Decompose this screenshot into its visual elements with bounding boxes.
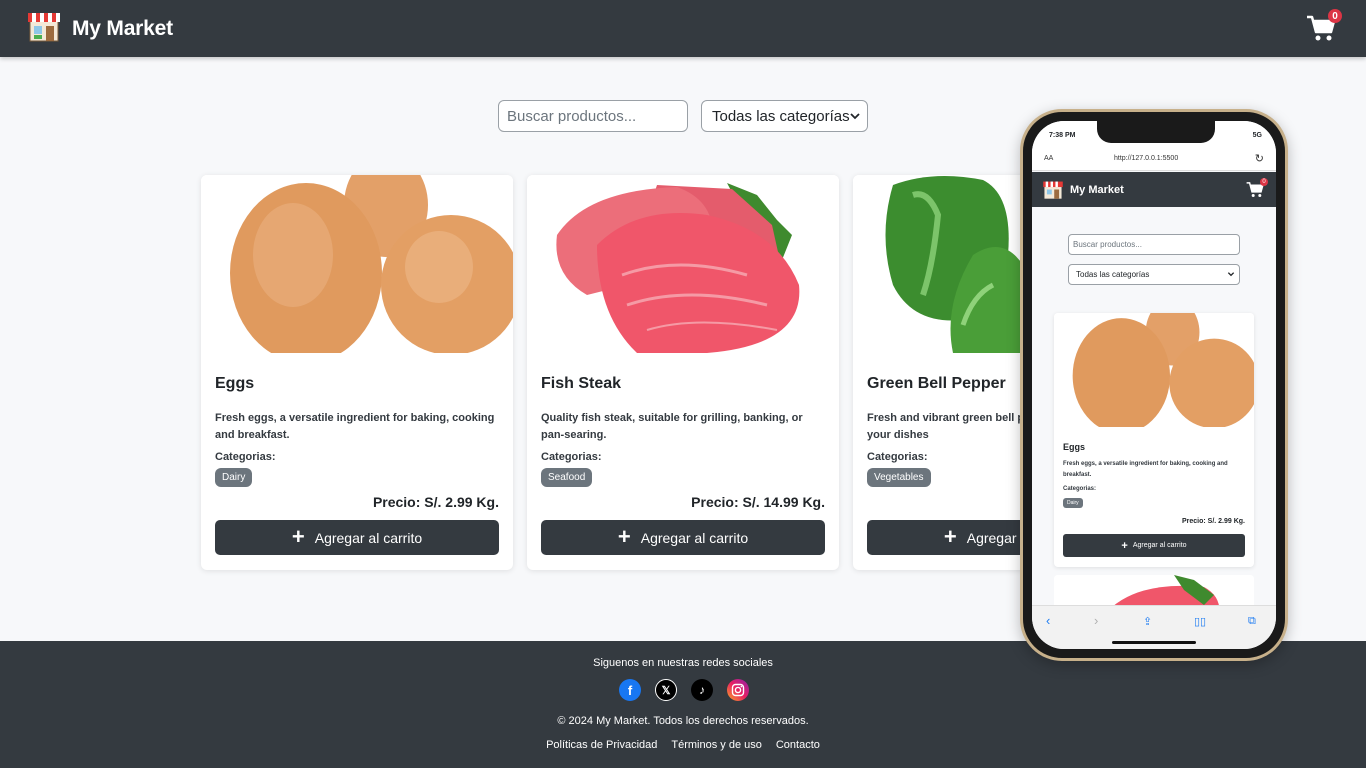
plus-icon: + <box>943 523 957 549</box>
phone-product-name: Eggs <box>1063 442 1086 452</box>
cart-button[interactable]: 0 <box>1306 9 1342 42</box>
category-select[interactable]: Todas las categorías <box>701 100 868 132</box>
phone-category-value: Todas las categorías <box>1076 270 1150 279</box>
plus-icon: + <box>1121 539 1128 552</box>
phone-notch <box>1097 121 1215 143</box>
category-select-value: Todas las categorías <box>712 107 850 125</box>
product-name: Fish Steak <box>541 375 622 392</box>
product-description: Quality fish steak, suitable for grillin… <box>541 412 803 441</box>
phone-product-image-eggs <box>1054 313 1254 427</box>
share-icon[interactable]: ⇪ <box>1143 615 1152 628</box>
contact-link[interactable]: Contacto <box>776 739 820 751</box>
tabs-icon[interactable]: ⧉ <box>1248 615 1256 628</box>
bookmarks-icon[interactable]: ▯▯ <box>1194 615 1206 628</box>
phone-network: 5G <box>1252 132 1262 139</box>
home-indicator <box>1112 641 1196 644</box>
phone-search-input[interactable]: Buscar productos... <box>1068 234 1240 255</box>
categories-label: Categorias: <box>541 451 602 463</box>
product-image-eggs <box>201 175 513 353</box>
product-price: Precio: S/. 14.99 Kg. <box>691 494 825 510</box>
product-price: Precio: S/. 2.99 Kg. <box>372 494 499 510</box>
product-name: Eggs <box>215 375 255 392</box>
terms-of-use-link[interactable]: Términos y de uso <box>671 739 761 751</box>
phone-url-bar[interactable]: AA http://127.0.0.1:5500 ↻ <box>1032 149 1276 171</box>
footer-links: Políticas de Privacidad Términos y de us… <box>0 739 1366 751</box>
social-links: f 𝕏 ♪ <box>619 679 749 701</box>
store-logo-icon <box>1042 179 1064 205</box>
x-twitter-icon[interactable]: 𝕏 <box>655 679 677 701</box>
phone-categories-label: Categorias: <box>1063 486 1097 492</box>
product-card: Fish Steak Quality fish steak, suitable … <box>527 175 839 570</box>
brand-title: My Market <box>72 16 173 40</box>
phone-category-select[interactable]: Todas las categorías <box>1068 264 1240 285</box>
top-navbar: My Market 0 <box>0 0 1366 57</box>
privacy-policy-link[interactable]: Políticas de Privacidad <box>546 739 657 751</box>
category-badge: Dairy <box>215 468 253 487</box>
chevron-down-icon <box>1227 272 1235 277</box>
phone-screen: 7:38 PM 5G AA http://127.0.0.1:5500 ↻ My… <box>1032 121 1276 649</box>
phone-time: 7:38 PM <box>1049 132 1076 139</box>
categories-label: Categorias: <box>215 451 276 463</box>
product-card: Eggs Fresh eggs, a versatile ingredient … <box>201 175 513 570</box>
phone-product-card: Eggs Fresh eggs, a versatile ingredient … <box>1054 313 1254 567</box>
phone-cart-button[interactable]: 0 <box>1246 178 1268 198</box>
plus-icon: + <box>617 523 631 549</box>
phone-brand-title: My Market <box>1070 184 1124 196</box>
product-image-fish-steak <box>527 175 839 353</box>
phone-url: http://127.0.0.1:5500 <box>1114 155 1179 162</box>
category-badge: Vegetables <box>867 468 931 487</box>
brand[interactable]: My Market <box>26 9 173 48</box>
copyright-text: © 2024 My Market. Todos los derechos res… <box>557 715 809 727</box>
phone-cart-count-badge: 0 <box>1260 178 1268 186</box>
phone-mockup: 7:38 PM 5G AA http://127.0.0.1:5500 ↻ My… <box>1020 109 1288 661</box>
tiktok-icon[interactable]: ♪ <box>691 679 713 701</box>
facebook-icon[interactable]: f <box>619 679 641 701</box>
search-input[interactable] <box>498 100 688 132</box>
phone-add-to-cart-button[interactable]: + Agregar al carrito <box>1063 534 1245 557</box>
add-to-cart-button[interactable]: + Agregar al carrito <box>215 520 499 555</box>
category-badge: Seafood <box>541 468 593 487</box>
phone-navbar: My Market 0 <box>1032 172 1276 207</box>
add-to-cart-button[interactable]: + Agregar al carrito <box>541 520 825 555</box>
add-to-cart-label: Agregar al carrito <box>314 529 423 546</box>
phone-product-price: Precio: S/. 2.99 Kg. <box>1181 518 1245 525</box>
add-to-cart-label: Agregar al carrito <box>640 529 749 546</box>
phone-category-badge: Dairy <box>1063 498 1083 508</box>
back-icon[interactable]: ‹ <box>1046 613 1050 628</box>
product-description: Fresh eggs, a versatile ingredient for b… <box>215 412 495 441</box>
text-size-button[interactable]: AA <box>1044 155 1053 162</box>
instagram-icon[interactable] <box>727 679 749 701</box>
reload-icon[interactable]: ↻ <box>1255 152 1264 165</box>
plus-icon: + <box>291 523 305 549</box>
forward-icon[interactable]: › <box>1094 613 1098 628</box>
chevron-down-icon <box>850 113 860 120</box>
phone-add-to-cart-label: Agregar al carrito <box>1132 542 1187 549</box>
phone-product-description: Fresh eggs, a versatile ingredient for b… <box>1063 461 1228 478</box>
store-logo-icon <box>26 9 62 48</box>
cart-count-badge: 0 <box>1328 9 1342 23</box>
